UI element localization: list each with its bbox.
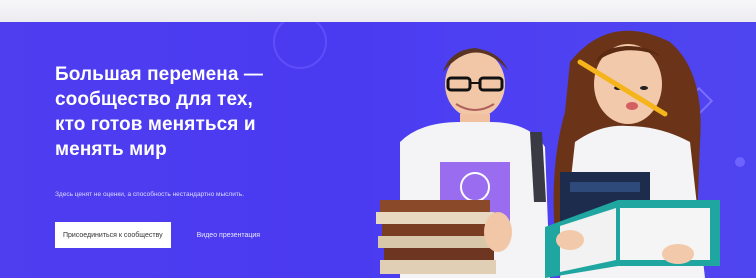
- hero-banner: Большая перемена — сообщество для тех, к…: [0, 22, 756, 278]
- hero-text-block: Большая перемена — сообщество для тех, к…: [55, 62, 355, 199]
- hero-headline: Большая перемена — сообщество для тех, к…: [55, 64, 264, 160]
- hero-subtitle: Здесь ценят не оценки, а способность нес…: [55, 191, 245, 198]
- girl-figure-icon: [545, 30, 720, 278]
- join-community-button[interactable]: Присоединиться к сообществу: [55, 222, 171, 248]
- browser-top-strip: [0, 0, 756, 22]
- video-presentation-link[interactable]: Видео презентация: [197, 232, 260, 239]
- hero-photo-students: [376, 30, 720, 278]
- cta-row: Присоединиться к сообществу Видео презен…: [55, 220, 260, 250]
